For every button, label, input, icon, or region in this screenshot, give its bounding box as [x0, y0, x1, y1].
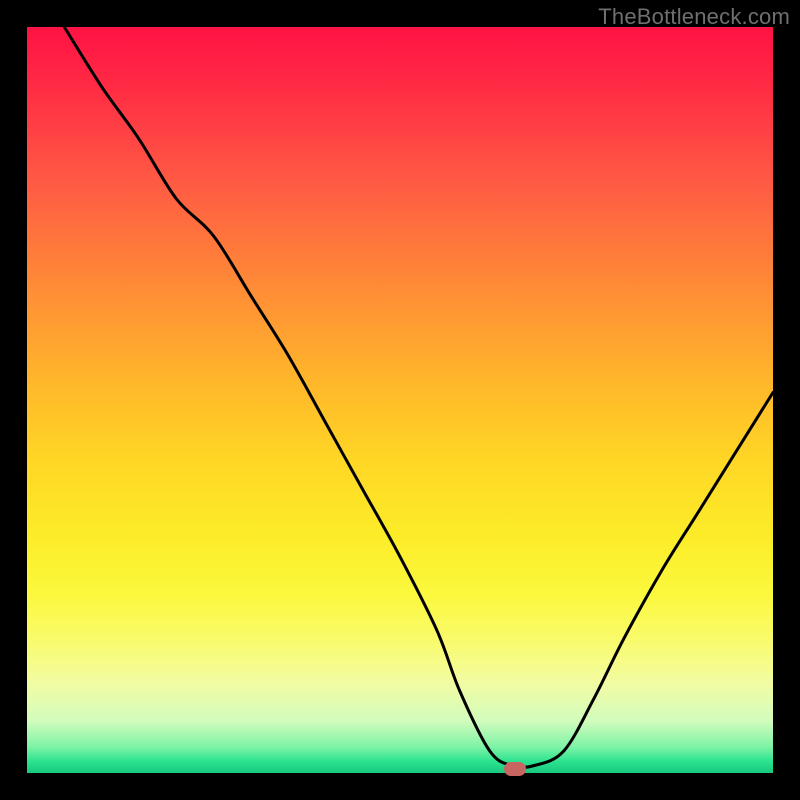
- optimum-marker: [504, 762, 526, 776]
- plot-area: [27, 27, 773, 773]
- watermark-text: TheBottleneck.com: [598, 4, 790, 30]
- bottleneck-curve: [27, 27, 773, 773]
- chart-frame: TheBottleneck.com: [0, 0, 800, 800]
